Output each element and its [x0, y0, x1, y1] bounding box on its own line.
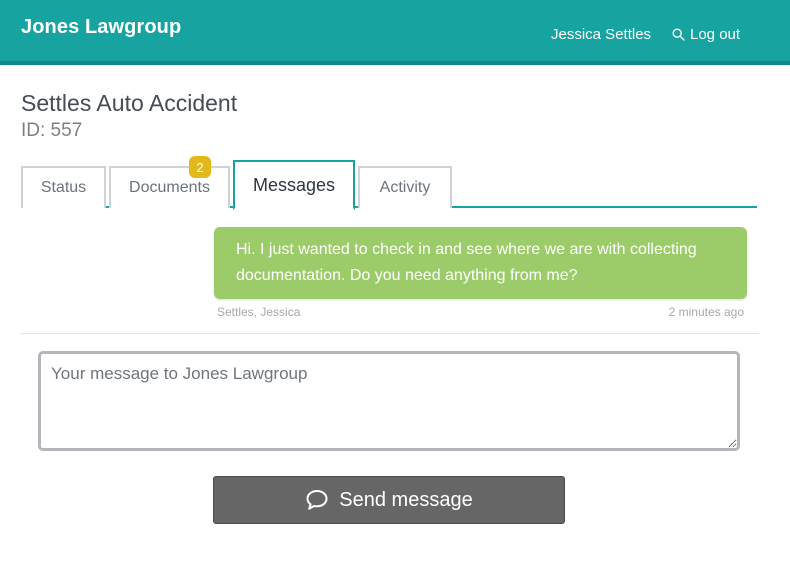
message-input[interactable] [38, 351, 740, 451]
tab-documents[interactable]: Documents [109, 166, 230, 208]
brand-logo[interactable]: Jones Lawgroup [21, 16, 181, 39]
message-timestamp: 2 minutes ago [668, 305, 744, 319]
logout-label: Log out [690, 26, 741, 43]
tab-status[interactable]: Status [21, 166, 106, 208]
top-navbar: Jones Lawgroup Jessica Settles Log out [0, 0, 790, 65]
send-message-button[interactable]: Send message [213, 476, 565, 524]
message-author: Settles, Jessica [217, 305, 301, 319]
search-icon [672, 28, 685, 41]
speech-bubble-icon [305, 489, 329, 511]
documents-count-badge: 2 [189, 156, 211, 178]
divider [21, 333, 759, 334]
tab-activity[interactable]: Activity [358, 166, 452, 208]
case-id: ID: 557 [21, 120, 83, 141]
logout-link[interactable]: Log out [672, 26, 740, 43]
send-message-label: Send message [339, 488, 473, 511]
message-bubble: Hi. I just wanted to check in and see wh… [214, 227, 747, 299]
page-title: Settles Auto Accident [21, 90, 238, 116]
tab-messages[interactable]: Messages [233, 160, 355, 210]
user-name-link[interactable]: Jessica Settles [551, 26, 651, 43]
case-tabs: Status Documents Messages Activity [21, 160, 757, 210]
